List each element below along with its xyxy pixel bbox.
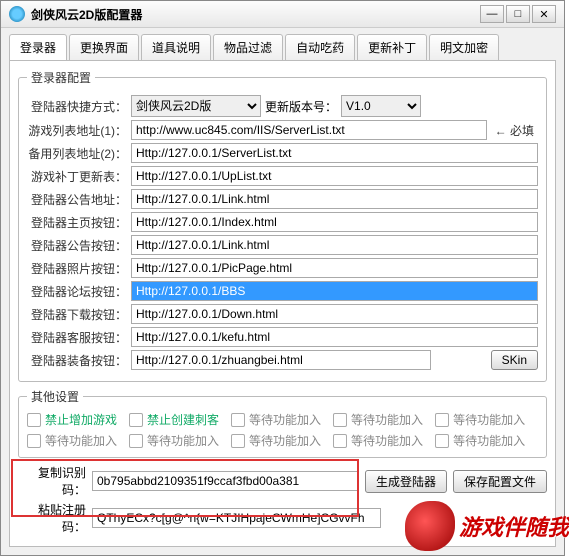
other-settings-legend: 其他设置 bbox=[27, 388, 83, 405]
window: 剑侠风云2D版配置器 — □ ✕ 登录器 更换界面 道具说明 物品过滤 自动吃药… bbox=[0, 0, 565, 556]
uplist-input[interactable] bbox=[131, 166, 538, 186]
app-icon bbox=[9, 6, 25, 22]
kefu-input[interactable] bbox=[131, 327, 538, 347]
index-label: 登陆器主页按钮： bbox=[27, 214, 127, 231]
required-hint: ← 必填 bbox=[491, 122, 538, 139]
minimize-button[interactable]: — bbox=[480, 5, 504, 23]
version-select[interactable]: V1.0 bbox=[341, 95, 421, 117]
check-no-assassin[interactable]: 禁止创建刺客 bbox=[129, 411, 219, 428]
window-title: 剑侠风云2D版配置器 bbox=[31, 6, 480, 23]
check-pending-7[interactable]: 等待功能加入 bbox=[333, 432, 423, 449]
login-config-group: 登录器配置 登陆器快捷方式： 剑侠风云2D版 更新版本号： V1.0 游戏列表地… bbox=[18, 69, 547, 382]
link-input[interactable] bbox=[131, 189, 538, 209]
reg-code-input[interactable] bbox=[92, 508, 381, 528]
titlebar: 剑侠风云2D版配置器 — □ ✕ bbox=[1, 1, 564, 28]
pic-input[interactable] bbox=[131, 258, 538, 278]
down-input[interactable] bbox=[131, 304, 538, 324]
shortcut-label: 登陆器快捷方式： bbox=[27, 98, 127, 115]
notice-input[interactable] bbox=[131, 235, 538, 255]
tab-encrypt[interactable]: 明文加密 bbox=[429, 34, 499, 60]
backup-input[interactable] bbox=[131, 143, 538, 163]
bbs-input[interactable] bbox=[131, 281, 538, 301]
close-button[interactable]: ✕ bbox=[532, 5, 556, 23]
login-config-legend: 登录器配置 bbox=[27, 69, 95, 86]
copy-code-label: 复制识别码： bbox=[18, 464, 86, 498]
backup-label: 备用列表地址(2)： bbox=[27, 145, 127, 162]
notice-label: 登陆器公告按钮： bbox=[27, 237, 127, 254]
skin-button[interactable]: SKin bbox=[491, 350, 538, 370]
pic-label: 登陆器照片按钮： bbox=[27, 260, 127, 277]
check-pending-3[interactable]: 等待功能加入 bbox=[435, 411, 525, 428]
serverlist-input[interactable] bbox=[131, 120, 487, 140]
check-pending-8[interactable]: 等待功能加入 bbox=[435, 432, 525, 449]
serverlist-label: 游戏列表地址(1)： bbox=[27, 122, 127, 139]
checks-container: 禁止增加游戏 禁止创建刺客 等待功能加入 等待功能加入 等待功能加入 等待功能加… bbox=[27, 411, 538, 449]
tab-filter[interactable]: 物品过滤 bbox=[213, 34, 283, 60]
tab-patch[interactable]: 更新补丁 bbox=[357, 34, 427, 60]
link-label: 登陆器公告地址： bbox=[27, 191, 127, 208]
save-config-button[interactable]: 保存配置文件 bbox=[453, 470, 547, 493]
content-panel: 登录器配置 登陆器快捷方式： 剑侠风云2D版 更新版本号： V1.0 游戏列表地… bbox=[9, 60, 556, 547]
maximize-button[interactable]: □ bbox=[506, 5, 530, 23]
uplist-label: 游戏补丁更新表： bbox=[27, 168, 127, 185]
check-pending-2[interactable]: 等待功能加入 bbox=[333, 411, 423, 428]
generate-button[interactable]: 生成登陆器 bbox=[365, 470, 447, 493]
tab-items[interactable]: 道具说明 bbox=[141, 34, 211, 60]
kefu-label: 登陆器客服按钮： bbox=[27, 329, 127, 346]
check-pending-4[interactable]: 等待功能加入 bbox=[27, 432, 117, 449]
down-label: 登陆器下载按钮： bbox=[27, 306, 127, 323]
equip-input[interactable] bbox=[131, 350, 431, 370]
tab-login[interactable]: 登录器 bbox=[9, 34, 67, 60]
shortcut-select[interactable]: 剑侠风云2D版 bbox=[131, 95, 261, 117]
version-label: 更新版本号： bbox=[265, 98, 337, 115]
check-pending-6[interactable]: 等待功能加入 bbox=[231, 432, 321, 449]
index-input[interactable] bbox=[131, 212, 538, 232]
check-pending-5[interactable]: 等待功能加入 bbox=[129, 432, 219, 449]
copy-code-input[interactable] bbox=[92, 471, 359, 491]
check-no-add-game[interactable]: 禁止增加游戏 bbox=[27, 411, 117, 428]
equip-label: 登陆器装备按钮： bbox=[27, 352, 127, 369]
reg-code-label: 粘贴注册码： bbox=[18, 501, 86, 535]
tab-skin[interactable]: 更换界面 bbox=[69, 34, 139, 60]
tab-auto[interactable]: 自动吃药 bbox=[285, 34, 355, 60]
check-pending-1[interactable]: 等待功能加入 bbox=[231, 411, 321, 428]
other-settings-group: 其他设置 禁止增加游戏 禁止创建刺客 等待功能加入 等待功能加入 等待功能加入 … bbox=[18, 388, 547, 458]
tab-bar: 登录器 更换界面 道具说明 物品过滤 自动吃药 更新补丁 明文加密 bbox=[1, 28, 564, 60]
bbs-label: 登陆器论坛按钮： bbox=[27, 283, 127, 300]
